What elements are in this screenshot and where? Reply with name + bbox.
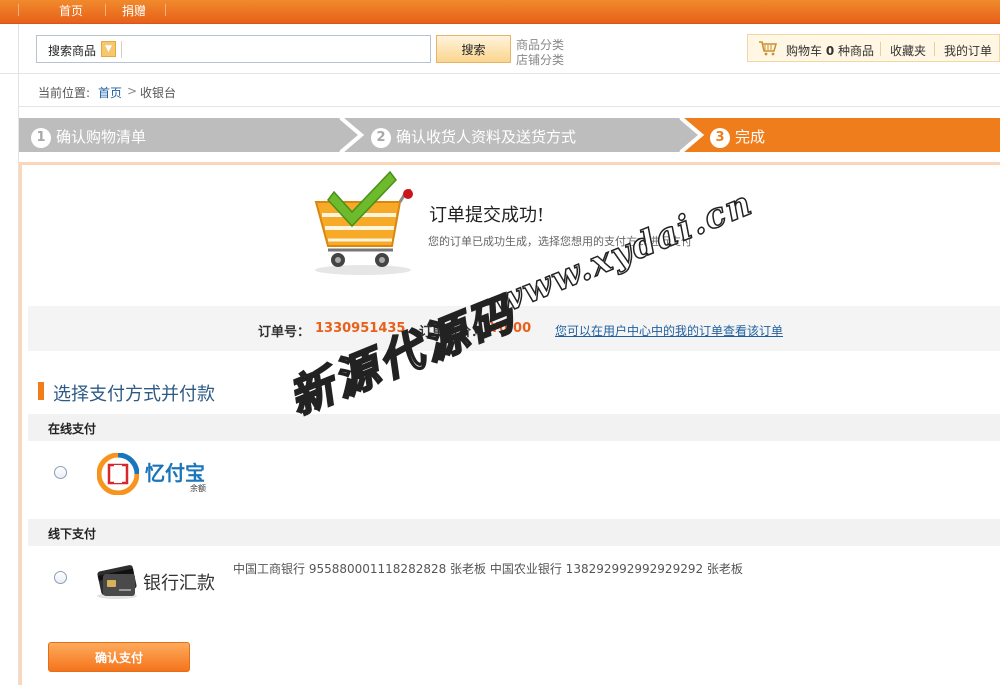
bank-account-info: 中国工商银行 955880001118282828 张老板 中国农业银行 138… xyxy=(233,562,743,576)
yifubao-sub: 余额 xyxy=(190,484,206,493)
my-orders-link[interactable]: 我的订单 xyxy=(944,42,992,59)
cart-icon xyxy=(759,41,777,56)
bank-card-icon xyxy=(97,565,137,599)
online-payment-header: 在线支付 xyxy=(28,414,1000,441)
success-subtitle: 您的订单已成功生成，选择您想用的支付方式进行支付 xyxy=(428,235,692,248)
nav-donate-link[interactable]: 捐赠 xyxy=(122,2,146,19)
order-total-label: 订单总价： xyxy=(419,325,485,340)
nav-home-link[interactable]: 首页 xyxy=(59,2,83,19)
step-label: 确认购物清单 xyxy=(56,128,147,146)
offline-payment-label: 线下支付 xyxy=(48,527,97,541)
nav-divider xyxy=(18,4,19,16)
section-marker xyxy=(38,382,44,400)
section-title-text: 选择支付方式并付款 xyxy=(53,384,215,405)
breadcrumb: 当前位置: 首页 > 收银台 xyxy=(19,75,1000,107)
online-payment-radio[interactable] xyxy=(54,466,67,479)
yifubao-logo[interactable]: 忆付宝 余额 xyxy=(97,453,217,495)
order-number-label: 订单号： xyxy=(258,325,311,340)
bank-transfer-name: 银行汇款 xyxy=(143,573,215,594)
step-number: 3 xyxy=(710,128,730,148)
confirm-payment-button[interactable]: 确认支付 xyxy=(48,642,190,672)
search-divider xyxy=(121,41,122,58)
breadcrumb-current: 收银台 xyxy=(140,86,177,100)
cart-label: 购物车 xyxy=(786,44,823,58)
nav-divider xyxy=(105,4,106,16)
breadcrumb-separator: > xyxy=(127,84,138,98)
checkout-steps: 1 确认购物清单 2 确认收货人资料及送货方式 3 完成 xyxy=(19,118,1000,152)
step-number: 1 xyxy=(31,128,51,148)
step-number: 2 xyxy=(371,128,391,148)
nav-divider xyxy=(165,4,166,16)
view-order-link[interactable]: 您可以在用户中心中的我的订单查看该订单 xyxy=(555,322,783,339)
search-scope-label[interactable]: 搜索商品 xyxy=(48,42,96,59)
cart-suffix: 种商品 xyxy=(838,44,875,58)
search-box: 搜索商品 ▼ xyxy=(36,35,431,63)
step-label: 完成 xyxy=(735,128,766,146)
cart-link[interactable]: 购物车 0 种商品 xyxy=(786,42,874,59)
order-total: ¥0.00 xyxy=(490,321,532,336)
user-toolbar: 购物车 0 种商品 收藏夹 我的订单 xyxy=(747,34,1000,62)
favorites-link[interactable]: 收藏夹 xyxy=(890,42,926,59)
cart-count: 0 xyxy=(825,44,835,58)
offline-payment-header: 线下支付 xyxy=(28,519,1000,546)
top-nav-bar: 首页 捐赠 xyxy=(0,0,1000,24)
order-info-bar: 订单号： 1330951435 订单总价： ¥0.00 您可以在用户中心中的我的… xyxy=(28,306,1000,351)
shop-category-link[interactable]: 店铺分类 xyxy=(516,51,564,68)
breadcrumb-home-link[interactable]: 首页 xyxy=(98,84,122,101)
bank-transfer-option[interactable]: 银行汇款 xyxy=(95,558,220,600)
offline-payment-radio[interactable] xyxy=(54,571,67,584)
chevron-down-icon[interactable]: ▼ xyxy=(101,41,116,57)
toolbar-divider xyxy=(934,42,935,56)
online-payment-label: 在线支付 xyxy=(48,422,97,436)
yifubao-name: 忆付宝 xyxy=(145,461,205,485)
search-button[interactable]: 搜索 xyxy=(436,35,511,63)
breadcrumb-prefix: 当前位置: xyxy=(38,86,91,100)
search-input[interactable] xyxy=(125,39,425,59)
order-number: 1330951435 xyxy=(315,321,406,336)
cart-success-icon xyxy=(314,170,413,275)
success-title: 订单提交成功! xyxy=(429,205,545,226)
yifubao-icon xyxy=(97,453,139,495)
step-label: 确认收货人资料及送货方式 xyxy=(396,128,577,146)
toolbar-divider xyxy=(880,42,881,56)
